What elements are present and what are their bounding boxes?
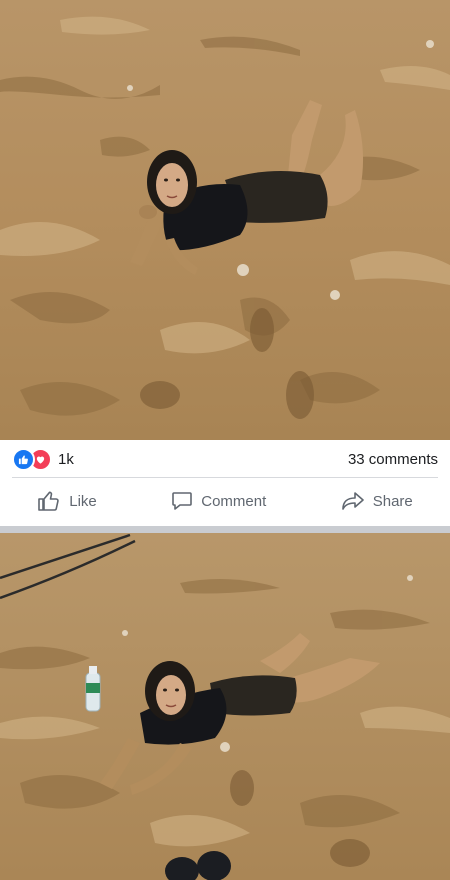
mud-scene-illustration bbox=[0, 0, 450, 440]
share-arrow-icon bbox=[341, 490, 365, 512]
post-card-top: 1k 33 comments Like Comment Share bbox=[0, 0, 450, 526]
reaction-icons-group[interactable]: 1k bbox=[12, 448, 74, 471]
reactions-summary: 1k 33 comments bbox=[0, 443, 450, 476]
post-photo[interactable] bbox=[0, 533, 450, 880]
share-label: Share bbox=[372, 492, 413, 510]
comments-count-link[interactable]: 33 comments bbox=[348, 451, 438, 468]
thumbs-up-icon bbox=[37, 490, 61, 512]
reaction-count: 1k bbox=[58, 451, 74, 468]
speech-bubble-icon bbox=[171, 490, 193, 512]
post-actions-bar: Like Comment Share bbox=[0, 479, 450, 523]
post-photo[interactable] bbox=[0, 0, 450, 440]
mud-scene-illustration bbox=[0, 533, 450, 880]
share-button[interactable]: Share bbox=[331, 486, 423, 516]
comment-button[interactable]: Comment bbox=[161, 486, 276, 516]
comment-label: Comment bbox=[201, 492, 267, 510]
post-card-bottom bbox=[0, 533, 450, 880]
like-icon bbox=[12, 448, 35, 471]
actions-divider bbox=[12, 477, 438, 478]
like-button[interactable]: Like bbox=[27, 486, 107, 516]
like-label: Like bbox=[69, 492, 97, 510]
